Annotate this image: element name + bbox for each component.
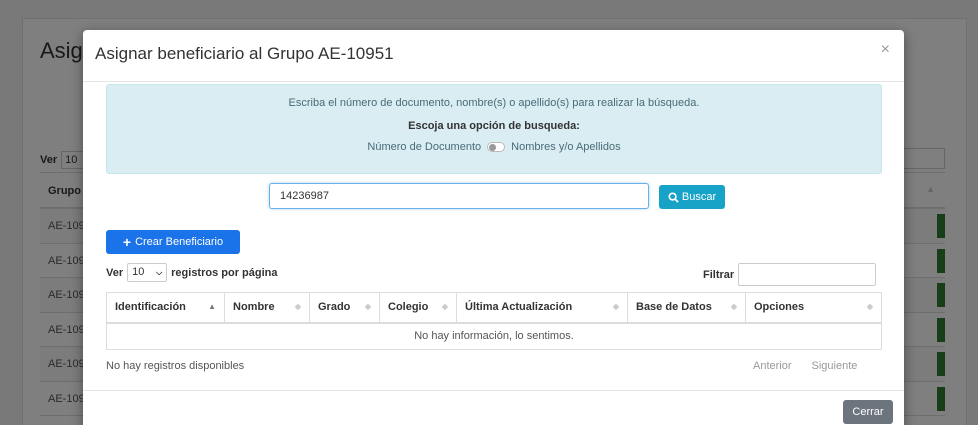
create-beneficiary-label: Crear Beneficiario [135, 236, 224, 248]
modal-footer: Cerrar [83, 390, 904, 425]
sort-asc-icon: ▲ [208, 302, 216, 311]
modal-header: Asignar beneficiario al Grupo AE-10951 × [83, 30, 904, 82]
column-opciones[interactable]: Opciones ◆ [745, 292, 882, 324]
option-names-label: Nombres y/o Apellidos [511, 141, 621, 153]
column-grado[interactable]: Grado ◆ [309, 292, 380, 324]
toggle-knob [489, 144, 497, 151]
column-label: Última Actualización [465, 301, 573, 314]
table-header-row: Identificación ▲ Nombre ◆ Grado ◆ Colegio ◆ … [106, 292, 882, 324]
next-page-button[interactable]: Siguiente [812, 360, 858, 372]
close-icon[interactable]: × [881, 42, 890, 58]
column-nombre[interactable]: Nombre ◆ [224, 292, 310, 324]
filter-label: Filtrar [703, 268, 735, 281]
ver-label: Ver [106, 266, 124, 279]
sort-icon: ◆ [866, 302, 873, 311]
column-base-de-datos[interactable]: Base de Datos ◆ [627, 292, 746, 324]
column-colegio[interactable]: Colegio ◆ [379, 292, 457, 324]
search-button-label: Buscar [681, 191, 717, 203]
records-per-page-label: registros por página [171, 266, 278, 279]
empty-table-message: No hay información, lo sentimos. [106, 322, 882, 350]
previous-page-button[interactable]: Anterior [753, 360, 792, 372]
table-info: No hay registros disponibles [106, 360, 245, 372]
search-option-switch: Número de Documento Nombres y/o Apellido… [107, 141, 881, 153]
table-row: No hay información, lo sentimos. [106, 322, 882, 350]
page-length-control: Ver 10 ⌵ registros por página [106, 263, 278, 282]
page-length-value: 10 [132, 266, 145, 278]
column-label: Base de Datos [636, 301, 712, 314]
column-label: Grado [318, 301, 351, 314]
column-label: Identificación [115, 301, 186, 314]
assign-beneficiary-modal: Asignar beneficiario al Grupo AE-10951 ×… [83, 30, 904, 425]
close-button[interactable]: Cerrar [843, 400, 893, 424]
sort-icon: ◆ [612, 302, 619, 311]
search-icon [668, 191, 679, 203]
column-identificacion[interactable]: Identificación ▲ [106, 292, 225, 324]
option-document-label: Número de Documento [367, 141, 482, 153]
chevron-down-icon: ⌵ [156, 268, 163, 277]
search-info-box: Escriba el número de documento, nombre(s… [106, 84, 882, 174]
page-length-select[interactable]: 10 ⌵ [127, 263, 168, 282]
sort-icon: ◆ [294, 302, 301, 311]
sort-icon: ◆ [364, 302, 371, 311]
sort-icon: ◆ [441, 302, 448, 311]
column-label: Colegio [388, 301, 429, 314]
plus-icon: + [122, 234, 132, 250]
column-label: Opciones [754, 301, 805, 314]
search-input[interactable]: 14236987 [269, 183, 649, 209]
search-mode-toggle[interactable] [487, 142, 506, 152]
pagination: Anterior Siguiente [753, 360, 857, 372]
create-beneficiary-button[interactable]: + Crear Beneficiario [106, 230, 240, 254]
search-option-heading: Escoja una opción de busqueda: [408, 120, 580, 132]
filter-input[interactable] [738, 263, 877, 286]
filter-control: Filtrar [703, 263, 877, 286]
column-label: Nombre [233, 301, 275, 314]
search-instructions: Escriba el número de documento, nombre(s… [288, 97, 700, 109]
beneficiaries-table: Identificación ▲ Nombre ◆ Grado ◆ Colegio ◆ … [106, 292, 882, 350]
sort-icon: ◆ [730, 302, 737, 311]
modal-title: Asignar beneficiario al Grupo AE-10951 [95, 44, 394, 63]
column-ultima-actualizacion[interactable]: Última Actualización ◆ [456, 292, 628, 324]
search-button[interactable]: Buscar [659, 185, 725, 209]
